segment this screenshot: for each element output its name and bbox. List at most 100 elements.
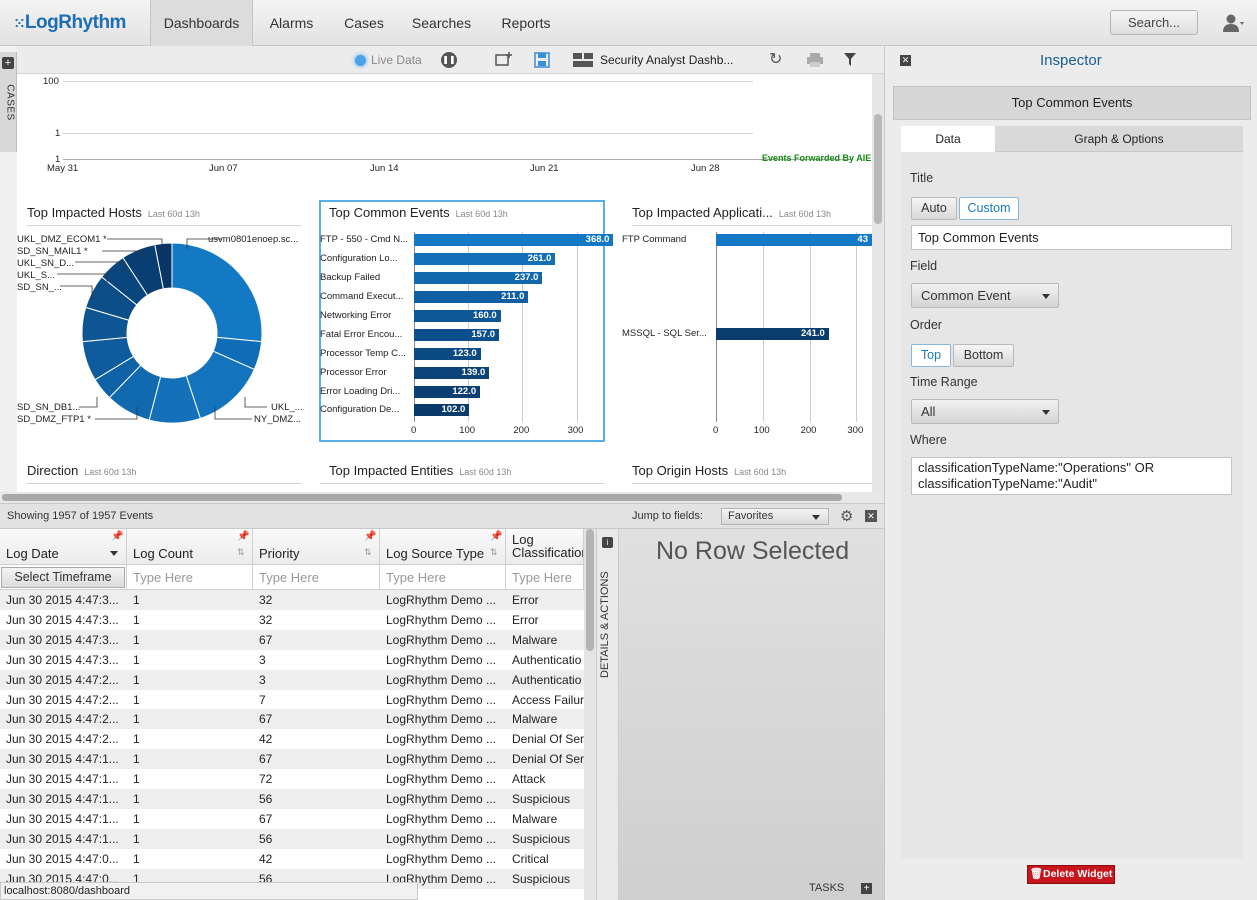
bar[interactable]: 160.0 [414,310,501,322]
table-row[interactable]: Jun 30 2015 4:47:3... 1 67 LogRhythm Demo .… [0,629,584,650]
bar-category-label: Configuration De... [320,404,400,415]
cases-side-strip[interactable]: + CASES [0,52,17,152]
add-task-icon[interactable]: + [861,883,872,894]
table-row[interactable]: Jun 30 2015 4:47:1... 1 72 LogRhythm Demo .… [0,769,584,789]
details-actions-strip[interactable]: i DETAILS & ACTIONS [596,529,619,900]
live-data-label[interactable]: Live Data [371,46,422,74]
info-icon[interactable]: i [602,537,613,548]
tasks-label[interactable]: TASKS [809,882,844,894]
select-timeframe-button[interactable]: Select Timeframe [0,565,127,590]
bar[interactable]: 261.0 [414,253,556,265]
direction-widget-title[interactable]: Direction Last 60d 13h [27,463,136,478]
dashboard-name[interactable]: Security Analyst Dashb... [600,46,733,74]
table-row[interactable]: Jun 30 2015 4:47:3... 1 3 LogRhythm Demo ..… [0,650,584,670]
save-icon[interactable] [534,52,550,68]
col-header-log-count[interactable]: Log Count 📌 ⇅ [127,529,253,565]
filter-icon[interactable] [844,53,856,66]
title-auto-button[interactable]: Auto [911,197,957,220]
bar[interactable]: 241.0 [716,328,829,340]
hosts-widget-title[interactable]: Top Impacted Hosts Last 60d 13h [27,205,200,220]
horizontal-scrollbar[interactable] [0,492,884,503]
field-select[interactable]: Common Event [911,283,1059,308]
bar[interactable]: 237.0 [414,272,543,284]
nav-tab-alarms[interactable]: Alarms [253,0,330,46]
user-icon[interactable] [1222,12,1244,34]
filter-input-log-count[interactable]: Type Here [127,565,253,590]
bar[interactable]: 157.0 [414,329,500,341]
table-row[interactable]: Jun 30 2015 4:47:2... 1 3 LogRhythm Demo ..… [0,669,584,690]
scroll-thumb[interactable] [2,494,842,501]
bar[interactable]: 122.0 [414,386,481,398]
cell-log-source-type: LogRhythm Demo ... [386,851,497,866]
donut-label: usvm0801enoep.sc... [208,234,299,245]
table-row[interactable]: Jun 30 2015 4:47:1... 1 67 LogRhythm Demo .… [0,749,584,770]
print-icon[interactable] [807,53,823,67]
table-row[interactable]: Jun 30 2015 4:47:0... 1 42 LogRhythm Demo .… [0,849,584,869]
order-bottom-button[interactable]: Bottom [953,344,1014,367]
table-row[interactable]: Jun 30 2015 4:47:3... 1 32 LogRhythm Demo .… [0,590,584,610]
settings-gear-icon[interactable]: ⚙ [840,507,853,525]
table-row[interactable]: Jun 30 2015 4:47:3... 1 32 LogRhythm Demo .… [0,610,584,630]
scroll-thumb[interactable] [874,114,882,224]
col-header-log-date[interactable]: Log Date 📌 [0,529,127,565]
add-widget-icon[interactable] [495,52,513,68]
title-custom-button[interactable]: Custom [959,197,1019,220]
filter-input-log-source-type[interactable]: Type Here [380,565,506,590]
tab-data[interactable]: Data [901,126,995,152]
where-input[interactable]: classificationTypeName:"Operations" OR c… [911,457,1232,495]
tab-graph-options[interactable]: Graph & Options [995,126,1243,152]
entities-widget-title[interactable]: Top Impacted Entities Last 60d 13h [329,463,511,478]
dashboard-layout-icon[interactable] [573,53,593,67]
close-icon[interactable]: ✕ [865,510,877,522]
cell-log-date: Jun 30 2015 4:47:2... [6,672,119,687]
bar[interactable]: 211.0 [414,291,529,303]
nav-tab-reports[interactable]: Reports [485,0,567,46]
table-row[interactable]: Jun 30 2015 4:47:2... 1 7 LogRhythm Demo ..… [0,690,584,710]
events-widget-title[interactable]: Top Common Events Last 60d 13h [329,205,508,220]
bar[interactable]: 43 [716,234,872,246]
table-row[interactable]: Jun 30 2015 4:47:1... 1 56 LogRhythm Demo .… [0,789,584,809]
table-row[interactable]: Jun 30 2015 4:47:1... 1 56 LogRhythm Demo .… [0,828,584,849]
scroll-thumb[interactable] [586,529,594,651]
cell-log-count: 1 [133,632,140,647]
pause-icon[interactable]: ❚❚ [441,52,457,68]
search-button[interactable]: Search... [1110,10,1198,35]
field-label: Field [910,259,938,273]
time-range-select[interactable]: All [911,399,1059,424]
filter-input-priority[interactable]: Type Here [253,565,380,590]
close-inspector-icon[interactable]: ✕ [900,55,911,66]
inspector-widget-name: Top Common Events [893,86,1251,120]
apps-widget-title[interactable]: Top Impacted Applicati... Last 60d 13h [632,205,831,220]
inspector-title: Inspector [1040,52,1102,69]
logrhythm-logo[interactable]: ⁙ LogRhythm [14,12,126,34]
bar[interactable]: 139.0 [414,367,490,379]
grid-scrollbar[interactable] [584,529,596,900]
table-row[interactable]: Jun 30 2015 4:47:2... 1 67 LogRhythm Demo .… [0,709,584,730]
add-case-icon[interactable]: + [2,57,14,69]
cell-log-source-type: LogRhythm Demo ... [386,593,497,607]
bar[interactable]: 368.0 [414,234,614,246]
filter-input-log-classification[interactable]: Type Here [506,565,584,590]
delete-widget-button[interactable]: 🗑Delete Widget [1027,865,1115,884]
cell-log-classification: Suspicious [512,792,571,806]
title-input[interactable]: Top Common Events [911,225,1232,250]
col-header-log-classification[interactable]: Log Classification [506,529,584,565]
refresh-icon[interactable]: ↻ [769,46,782,74]
nav-tab-dashboards[interactable]: Dashboards [150,0,253,46]
cell-log-source-type: LogRhythm Demo ... [386,652,497,667]
dashboard-scrollbar[interactable] [872,74,884,492]
bar[interactable]: 102.0 [414,404,470,416]
widget-divider [632,483,872,484]
table-row[interactable]: Jun 30 2015 4:47:2... 1 42 LogRhythm Demo .… [0,729,584,749]
nav-tab-searches[interactable]: Searches [398,0,485,46]
table-row[interactable]: Jun 30 2015 4:47:1... 1 67 LogRhythm Demo .… [0,809,584,829]
timeline-y-tick: 100 [43,76,59,87]
col-header-log-source-type[interactable]: Log Source Type 📌 ⇅ [380,529,506,565]
origin-widget-title[interactable]: Top Origin Hosts Last 60d 13h [632,463,786,478]
nav-tab-cases[interactable]: Cases [330,0,398,46]
cell-log-count: 1 [133,712,140,727]
bar[interactable]: 123.0 [414,348,481,360]
jump-select[interactable]: Favorites [721,508,829,525]
order-top-button[interactable]: Top [911,344,951,367]
col-header-priority[interactable]: Priority 📌 ⇅ [253,529,380,565]
